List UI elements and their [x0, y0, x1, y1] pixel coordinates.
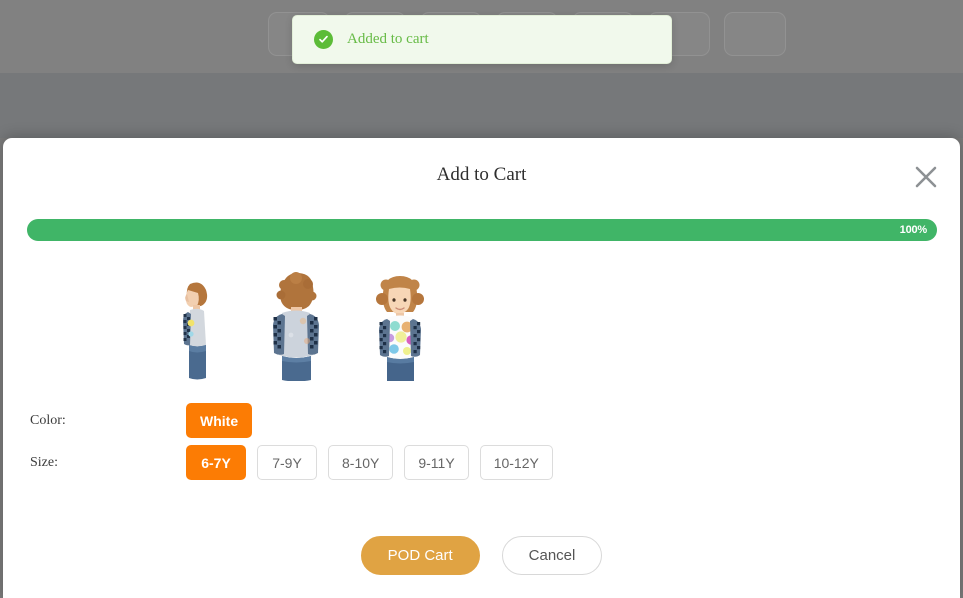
color-option-row: Color: White	[30, 403, 253, 438]
size-option-6-7y[interactable]: 6-7Y	[186, 445, 246, 480]
size-option-7-9y[interactable]: 7-9Y	[257, 445, 317, 480]
pod-cart-button[interactable]: POD Cart	[360, 536, 480, 575]
color-option-white[interactable]: White	[186, 403, 253, 438]
obscured-toolbar-button	[724, 12, 786, 56]
check-circle-icon	[314, 30, 333, 49]
progress-percent-label: 100%	[899, 224, 928, 236]
upload-progress-bar: 100%	[27, 219, 937, 241]
toast-message: Added to cart	[347, 31, 429, 47]
color-option-label: Color:	[30, 412, 66, 428]
upload-progress-fill: 100%	[27, 219, 937, 241]
size-option-9-11y[interactable]: 9-11Y	[404, 445, 469, 480]
toast-notification: Added to cart	[292, 15, 672, 64]
modal-footer: POD Cart Cancel	[3, 536, 960, 575]
modal-title: Add to Cart	[436, 164, 527, 185]
product-thumbnail-back[interactable]	[260, 271, 332, 381]
size-option-row: Size: 6-7Y 7-9Y 8-10Y 9-11Y 10-12Y	[30, 445, 553, 480]
size-option-8-10y[interactable]: 8-10Y	[328, 445, 394, 480]
product-thumbnail-list	[170, 271, 430, 381]
product-thumbnail-front[interactable]	[370, 273, 430, 381]
close-icon[interactable]	[909, 160, 943, 194]
color-option-values: White	[186, 403, 253, 438]
cancel-button[interactable]: Cancel	[501, 536, 603, 575]
backdrop-band-lower	[0, 73, 963, 138]
size-option-label: Size:	[30, 454, 58, 470]
product-thumbnail-side[interactable]	[170, 276, 222, 381]
add-to-cart-modal: Add to Cart 100% Color: White Size: 6-7Y…	[3, 138, 960, 598]
size-option-values: 6-7Y 7-9Y 8-10Y 9-11Y 10-12Y	[186, 445, 553, 480]
size-option-10-12y[interactable]: 10-12Y	[479, 445, 553, 480]
